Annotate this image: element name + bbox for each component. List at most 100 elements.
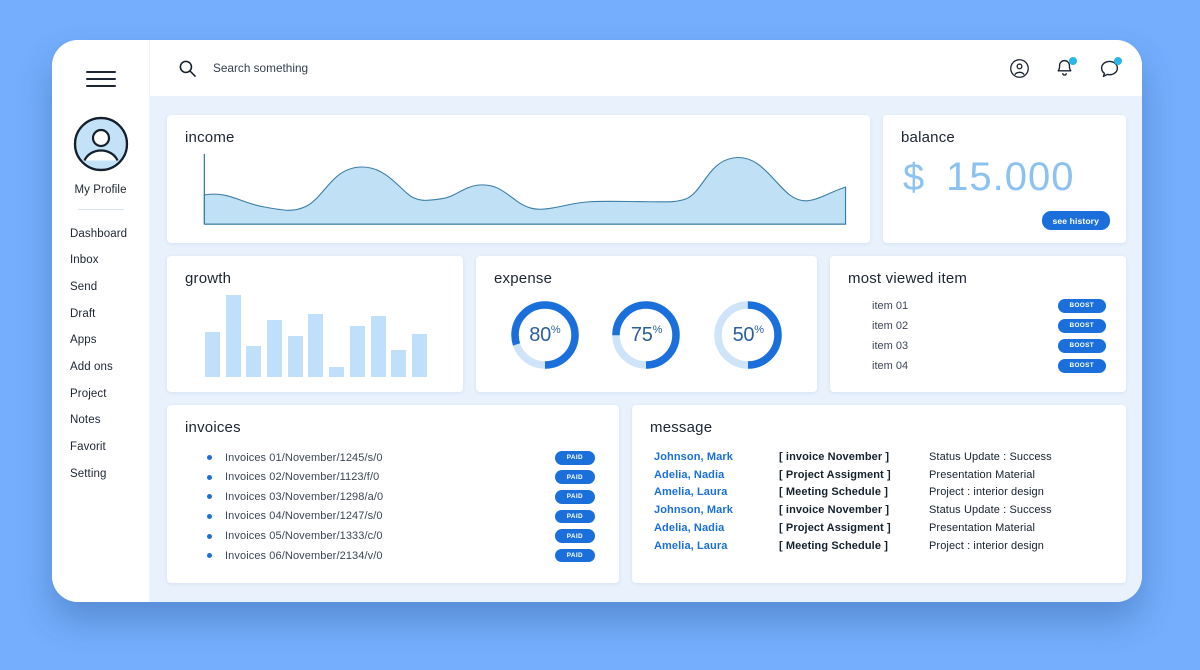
list-item: Invoices 01/November/1245/s/0 PAID [185, 448, 595, 468]
message-tag: [ invoice November ] [779, 451, 929, 463]
message-tag: [ Meeting Schedule ] [779, 540, 929, 552]
paid-badge[interactable]: PAID [555, 490, 595, 504]
growth-bar [205, 332, 220, 377]
expense-title: expense [494, 270, 799, 287]
sender-name: Johnson, Mark [654, 451, 779, 463]
bell-icon[interactable] [1054, 58, 1075, 79]
list-item[interactable]: Amelia, Laura [ Meeting Schedule ] Proje… [654, 537, 1108, 555]
message-title: message [650, 419, 1108, 436]
chat-badge [1114, 57, 1122, 65]
sidebar-item-notes[interactable]: Notes [70, 408, 149, 435]
list-item[interactable]: Adelia, Nadia [ Project Assigment ] Pres… [654, 466, 1108, 484]
balance-title: balance [901, 129, 1108, 146]
list-item: item 04 BOOST [872, 356, 1106, 376]
paid-badge[interactable]: PAID [555, 549, 595, 563]
row-middle: growth expense 80% 75% 50% most viewed ite… [167, 256, 1126, 392]
hamburger-icon[interactable] [86, 71, 116, 87]
list-item: item 01 BOOST [872, 296, 1106, 316]
message-desc: Presentation Material [929, 522, 1108, 534]
sidebar-item-favorit[interactable]: Favorit [70, 435, 149, 462]
paid-badge[interactable]: PAID [555, 451, 595, 465]
sidebar-item-inbox[interactable]: Inbox [70, 248, 149, 275]
account-icon[interactable] [1009, 58, 1030, 79]
invoice-label: Invoices 05/November/1333/c/0 [225, 530, 555, 542]
item-label: item 04 [872, 360, 908, 372]
dashboard-content: income balance $ 15.000 see history [150, 97, 1142, 602]
most-viewed-title: most viewed item [848, 270, 1108, 287]
list-item[interactable]: Johnson, Mark [ invoice November ] Statu… [654, 501, 1108, 519]
sidebar-item-project[interactable]: Project [70, 381, 149, 408]
expense-donut: 80% [508, 298, 582, 372]
balance-amount: $ 15.000 [901, 155, 1108, 200]
boost-button[interactable]: BOOST [1058, 299, 1106, 313]
invoice-label: Invoices 03/November/1298/a/0 [225, 491, 555, 503]
list-item[interactable]: Adelia, Nadia [ Project Assigment ] Pres… [654, 519, 1108, 537]
list-item: item 02 BOOST [872, 316, 1106, 336]
sidebar-item-send[interactable]: Send [70, 274, 149, 301]
bullet-icon [207, 475, 212, 480]
sidebar-item-draft[interactable]: Draft [70, 301, 149, 328]
boost-button[interactable]: BOOST [1058, 319, 1106, 333]
growth-bar [226, 295, 241, 377]
invoice-label: Invoices 02/November/1123/f/0 [225, 471, 555, 483]
growth-bar [391, 350, 406, 377]
invoices-card: invoices Invoices 01/November/1245/s/0 P… [167, 405, 619, 583]
income-title: income [185, 129, 852, 146]
growth-bar [308, 314, 323, 377]
sidebar-nav: Dashboard Inbox Send Draft Apps Add ons … [52, 221, 149, 488]
profile-label: My Profile [74, 184, 126, 196]
app-window: My Profile Dashboard Inbox Send Draft Ap… [52, 40, 1142, 602]
search-input[interactable] [213, 61, 513, 75]
paid-badge[interactable]: PAID [555, 529, 595, 543]
list-item[interactable]: Amelia, Laura [ Meeting Schedule ] Proje… [654, 484, 1108, 502]
message-list: Johnson, Mark [ invoice November ] Statu… [650, 448, 1108, 555]
item-label: item 02 [872, 320, 908, 332]
item-label: item 03 [872, 340, 908, 352]
chat-icon[interactable] [1099, 58, 1120, 79]
list-item: Invoices 04/November/1247/s/0 PAID [185, 507, 595, 527]
invoices-title: invoices [185, 419, 601, 436]
sidebar-item-add-ons[interactable]: Add ons [70, 354, 149, 381]
hamburger-line [86, 78, 116, 80]
list-item: item 03 BOOST [872, 336, 1106, 356]
topbar [150, 40, 1142, 97]
sidebar-item-dashboard[interactable]: Dashboard [70, 221, 149, 248]
message-tag: [ Meeting Schedule ] [779, 486, 929, 498]
paid-badge[interactable]: PAID [555, 510, 595, 524]
most-viewed-list: item 01 BOOST item 02 BOOST item 03 BOOS… [848, 296, 1108, 376]
invoice-label: Invoices 01/November/1245/s/0 [225, 452, 555, 464]
sidebar-item-setting[interactable]: Setting [70, 461, 149, 488]
expense-donut: 75% [609, 298, 683, 372]
hamburger-line [86, 85, 116, 87]
income-card: income [167, 115, 870, 243]
list-item: Invoices 03/November/1298/a/0 PAID [185, 487, 595, 507]
topbar-icons [1009, 58, 1120, 79]
growth-bar [350, 326, 365, 377]
message-desc: Status Update : Success [929, 504, 1108, 516]
bell-badge [1069, 57, 1077, 65]
sender-name: Johnson, Mark [654, 504, 779, 516]
main-area: income balance $ 15.000 see history [150, 40, 1142, 602]
sender-name: Amelia, Laura [654, 540, 779, 552]
sidebar-item-apps[interactable]: Apps [70, 328, 149, 355]
donut-value-label: 75% [609, 298, 683, 372]
growth-bar [412, 334, 427, 377]
see-history-button[interactable]: see history [1042, 211, 1110, 230]
message-tag: [ invoice November ] [779, 504, 929, 516]
paid-badge[interactable]: PAID [555, 470, 595, 484]
message-desc: Presentation Material [929, 469, 1108, 481]
boost-button[interactable]: BOOST [1058, 339, 1106, 353]
donut-value-label: 50% [711, 298, 785, 372]
growth-bar-chart [185, 295, 445, 377]
growth-card: growth [167, 256, 463, 392]
balance-currency: $ [903, 157, 924, 200]
balance-card: balance $ 15.000 see history [883, 115, 1126, 243]
list-item[interactable]: Johnson, Mark [ invoice November ] Statu… [654, 448, 1108, 466]
expense-donut: 50% [711, 298, 785, 372]
search-icon[interactable] [178, 59, 197, 78]
growth-title: growth [185, 270, 445, 287]
avatar[interactable] [73, 116, 129, 177]
sidebar: My Profile Dashboard Inbox Send Draft Ap… [52, 40, 150, 602]
boost-button[interactable]: BOOST [1058, 359, 1106, 373]
user-avatar-icon [73, 116, 129, 172]
